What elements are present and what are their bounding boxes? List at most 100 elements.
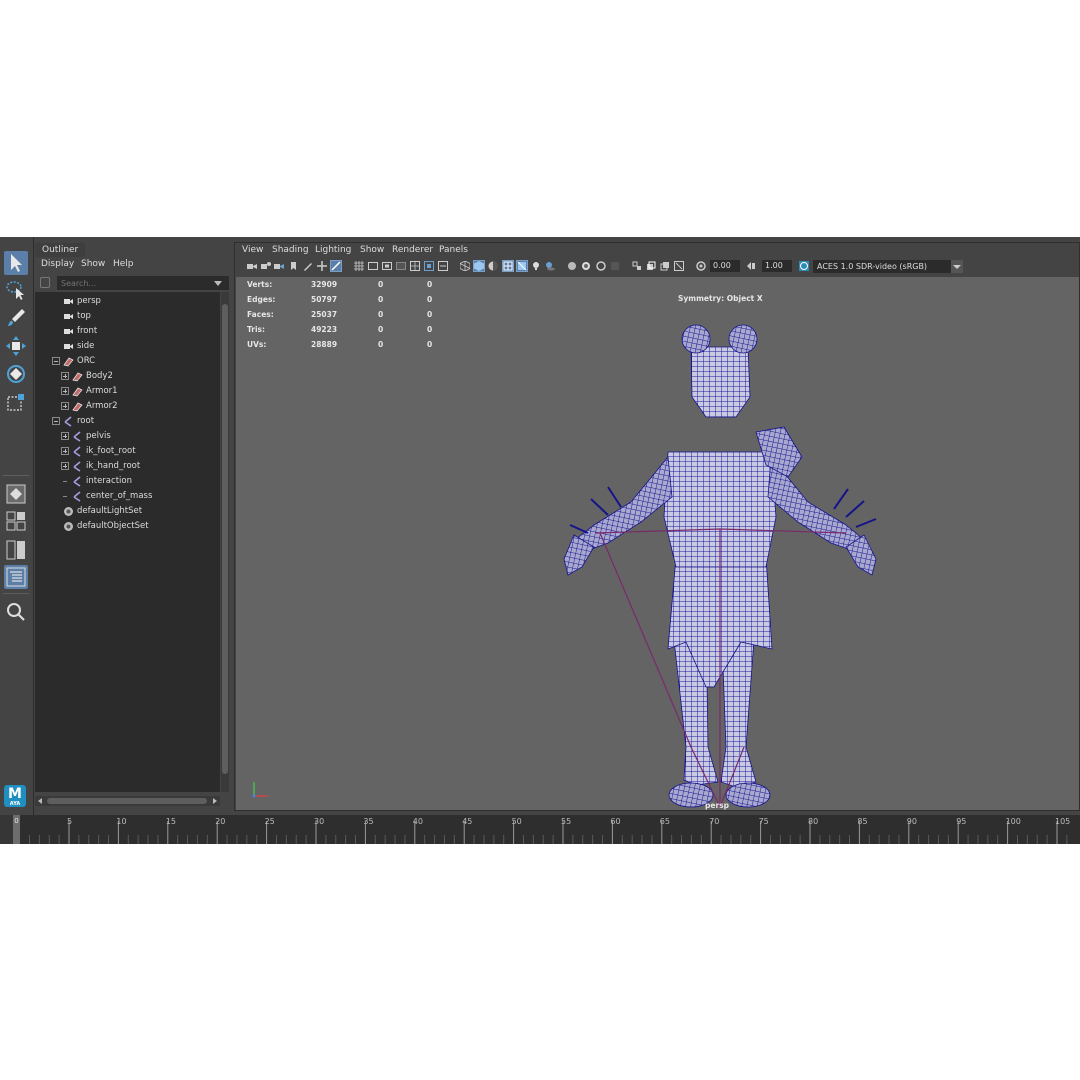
paint-select-tool-icon[interactable] [4,306,28,330]
search-icon[interactable] [4,600,28,624]
grease-pencil-icon[interactable] [303,261,313,271]
2d-pan-zoom-icon[interactable] [330,260,342,272]
lighting-icon[interactable] [488,261,498,271]
outliner-menu-help[interactable]: Help [113,257,134,271]
motion-blur-icon[interactable] [581,261,591,271]
tick-label: 70 [709,817,719,826]
gamma-field[interactable]: 1.00 [762,260,792,272]
safe-title-icon[interactable] [438,261,448,271]
time-slider[interactable]: 5 10 15 20 25 30 35 40 45 50 55 60 65 70 75 80 85 90 95 100… [0,815,1080,844]
current-frame-marker[interactable]: 0 [13,815,20,844]
resolution-gate-icon[interactable] [382,261,392,271]
outliner-vertical-scrollbar[interactable] [221,292,229,792]
set-icon [63,521,74,532]
timeline-track[interactable]: 5 10 15 20 25 30 35 40 45 50 55 60 65 70 75 80 85 90 95 100… [20,815,1080,844]
outliner-menu-display[interactable]: Display [41,257,74,271]
viewport-menu-renderer[interactable]: Renderer [392,243,433,257]
viewport-menu-view[interactable]: View [242,243,263,257]
camera-attributes-icon[interactable] [261,261,271,271]
expand-icon[interactable] [61,447,69,455]
tick-label: 45 [462,817,472,826]
move-tool-icon[interactable] [4,334,28,358]
color-space-dropdown[interactable]: ACES 1.0 SDR-video (sRGB) [813,260,963,273]
wireframe-on-shaded-icon[interactable] [502,260,514,272]
safe-action-icon[interactable] [424,261,434,271]
collapse-icon[interactable] [52,417,60,425]
bookmark-icon[interactable] [274,261,284,271]
pan-zoom-icon[interactable] [317,261,327,271]
camera-select-icon[interactable] [247,261,257,271]
scroll-right-icon[interactable] [213,798,217,804]
list-item-label: top [77,311,91,321]
field-chart-icon[interactable] [410,261,420,271]
joint-icon [72,491,83,502]
gate-mask-icon[interactable] [396,261,406,271]
exposure-icon[interactable] [696,261,706,271]
lasso-tool-icon[interactable] [4,278,28,302]
expand-icon[interactable] [61,462,69,470]
outliner-tree: persp top front side ORC Body2 Armor1 Ar… [35,292,220,792]
image-plane-icon[interactable] [288,261,298,271]
tick-label: 80 [808,817,818,826]
tick-label: 60 [610,817,620,826]
expand-icon[interactable] [61,372,69,380]
expand-icon[interactable] [61,402,69,410]
xray-active-components-icon[interactable] [660,261,670,271]
shadows-icon[interactable] [545,261,555,271]
search-input[interactable] [57,276,229,290]
list-item-label: pelvis [86,431,111,441]
use-all-lights-icon[interactable] [531,261,541,271]
3d-viewport[interactable]: Verts: 32909 0 0 Edges: 50797 0 0 Faces:… [236,277,1079,810]
depth-of-field-icon[interactable] [610,261,620,271]
color-management-icon[interactable] [799,261,809,271]
grid-icon[interactable] [354,261,364,271]
gamma-icon[interactable] [746,261,756,271]
anti-aliasing-icon[interactable] [596,261,606,271]
scrollbar-thumb[interactable] [222,304,228,774]
chevron-down-icon[interactable] [214,281,222,286]
hud-label: Tris: [247,325,266,334]
chevron-down-icon[interactable] [951,260,963,273]
expand-icon[interactable] [61,432,69,440]
camera-name-label: persp [705,801,729,810]
layout-four-icon[interactable] [4,509,28,533]
outliner-search-bar [38,276,229,290]
viewport-menu-lighting[interactable]: Lighting [315,243,351,257]
viewport-menu-show[interactable]: Show [360,243,384,257]
wireframe-mesh[interactable] [236,277,1079,810]
hud-label: Faces: [247,310,274,319]
xray-icon[interactable] [646,261,656,271]
rotate-tool-icon[interactable] [4,362,28,386]
wireframe-icon[interactable] [460,261,470,271]
scroll-left-icon[interactable] [38,798,42,804]
scrollbar-thumb[interactable] [47,798,207,804]
hud-row-edges: Edges: 50797 0 0 [247,294,447,309]
tree-connector [63,481,67,482]
hud-value: 25037 [311,310,338,319]
expand-icon[interactable] [61,387,69,395]
outliner-layout-icon[interactable] [4,565,28,589]
xray-joints-icon[interactable] [674,261,684,271]
exposure-field[interactable]: 0.00 [710,260,740,272]
outliner-tab[interactable]: Outliner [35,243,86,257]
film-gate-icon[interactable] [368,261,378,271]
outliner-horizontal-scrollbar[interactable] [35,796,220,806]
joint-icon [72,476,83,487]
hud-value: 0 [427,340,433,349]
lock-icon[interactable] [40,277,50,288]
smooth-shade-icon[interactable] [473,260,485,272]
isolate-select-icon[interactable] [632,261,642,271]
toolbox-separator [3,593,29,594]
layout-single-icon[interactable] [4,482,28,506]
viewport-menu-shading[interactable]: Shading [272,243,309,257]
tick-label: 95 [956,817,966,826]
viewport-menu-panels[interactable]: Panels [439,243,468,257]
select-tool-icon[interactable] [4,251,28,275]
textured-icon[interactable] [516,260,528,272]
layout-split-icon[interactable] [4,538,28,562]
list-item-label: ik_hand_root [86,461,141,471]
scale-tool-icon[interactable] [4,390,28,414]
screen-space-ao-icon[interactable] [567,261,577,271]
outliner-menu-show[interactable]: Show [81,257,105,271]
collapse-icon[interactable] [52,357,60,365]
